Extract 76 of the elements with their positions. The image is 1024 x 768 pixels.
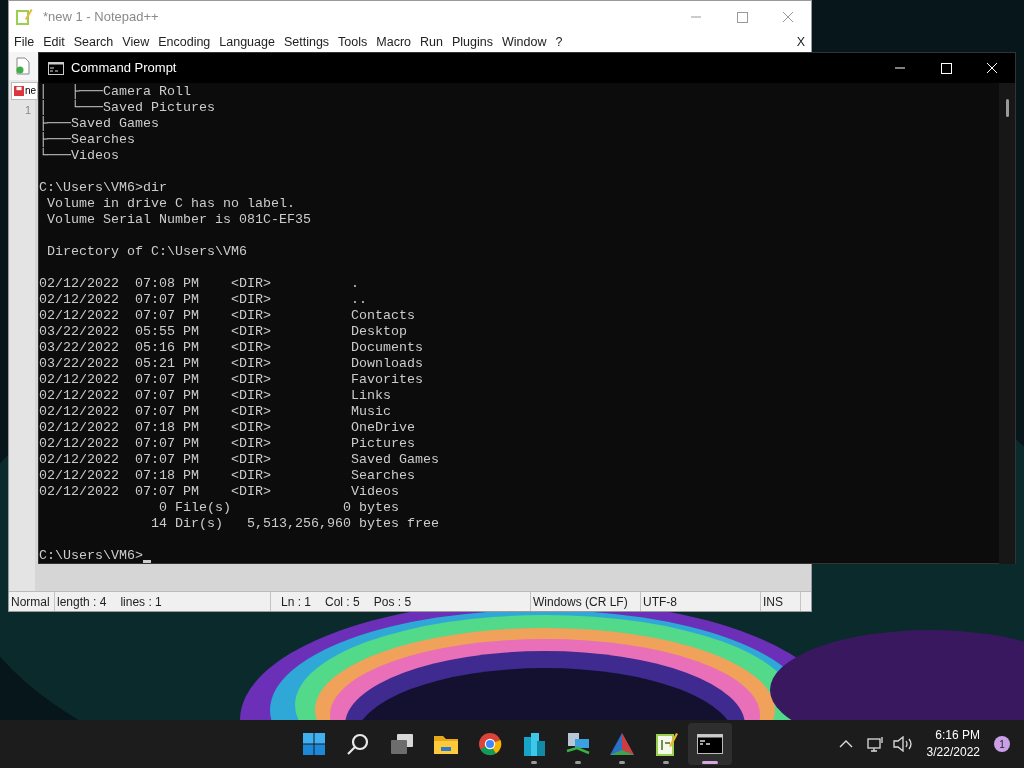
triangle-icon (609, 732, 635, 756)
console-line: └───Videos (39, 148, 119, 164)
console-line: 14 Dir(s) 5,513,256,960 bytes free (149, 516, 439, 532)
window-title: Command Prompt (71, 59, 177, 78)
menu-item[interactable]: Language (215, 32, 279, 52)
terminal-icon (697, 734, 723, 754)
console-line: 02/12/2022 07:18 PM <DIR> Searches (39, 468, 415, 484)
console-line: 02/12/2022 07:07 PM <DIR> Links (39, 388, 391, 404)
start-icon (302, 732, 326, 756)
console-line: 02/12/2022 07:07 PM <DIR> Favorites (39, 372, 423, 388)
menu-item[interactable]: View (118, 32, 154, 52)
new-file-icon[interactable] (15, 57, 31, 75)
speaker-icon[interactable] (892, 736, 913, 752)
console-line: C:\Users\VM6> (39, 548, 143, 564)
terminal-icon (48, 61, 64, 75)
status-text: Pos : 5 (373, 593, 412, 611)
taskbar-button[interactable] (688, 723, 732, 765)
console-line: 02/12/2022 07:18 PM <DIR> OneDrive (39, 420, 415, 436)
console-line: 03/22/2022 05:21 PM <DIR> Downloads (39, 356, 423, 372)
menu-item[interactable]: File (10, 32, 39, 52)
console-line: 0 File(s) 0 bytes (157, 500, 399, 516)
window-title: *new 1 - Notepad++ (43, 7, 159, 26)
console-line: 02/12/2022 07:07 PM <DIR> Videos (39, 484, 399, 500)
status-text: Ln : 1 (281, 593, 312, 611)
network-computer-icon (565, 731, 591, 757)
chevron-up-icon[interactable] (838, 739, 853, 749)
close-document-button[interactable]: X (796, 32, 805, 52)
clock[interactable]: 6:16 PM 3/22/2022 (926, 727, 980, 761)
notepad-icon (654, 731, 678, 757)
folder-icon (433, 733, 459, 755)
console-line: 03/22/2022 05:16 PM <DIR> Documents (39, 340, 423, 356)
scrollbar[interactable] (999, 83, 1015, 564)
console-line: 03/22/2022 05:55 PM <DIR> Desktop (39, 324, 407, 340)
console-line: 02/12/2022 07:07 PM <DIR> Contacts (39, 308, 415, 324)
menu-item[interactable]: Search (69, 32, 118, 52)
console-line: 02/12/2022 07:07 PM <DIR> Pictures (39, 436, 415, 452)
menu-item[interactable]: Tools (334, 32, 372, 52)
status-text: Col : 5 (325, 593, 360, 611)
console-line: 02/12/2022 07:08 PM <DIR> . (39, 276, 359, 292)
task-view-icon (390, 733, 414, 755)
search-icon (346, 732, 370, 756)
network-icon[interactable] (866, 736, 885, 752)
menu-item[interactable]: Run (416, 32, 447, 52)
menu-item[interactable]: Edit (39, 32, 69, 52)
menu-item[interactable]: Encoding (154, 32, 215, 52)
clock-time: 6:16 PM (935, 727, 980, 744)
menu-item[interactable]: Settings (279, 32, 334, 52)
line-number: 1 (24, 103, 31, 116)
console-line: │ ├───Camera Roll (39, 84, 191, 100)
status-text: length : 4 (57, 593, 107, 611)
status-text: lines : 1 (120, 593, 162, 611)
console-line: Directory of C:\Users\VM6 (46, 244, 247, 260)
menu-item[interactable]: Window (497, 32, 551, 52)
console-line: Volume in drive C has no label. (46, 196, 295, 212)
clock-date: 3/22/2022 (926, 744, 980, 761)
console-line: 02/12/2022 07:07 PM <DIR> .. (39, 292, 367, 308)
notepad-icon (15, 7, 33, 26)
console-line: ├───Searches (39, 132, 135, 148)
save-icon (14, 86, 24, 96)
status-text: Windows (CR LF) (533, 593, 628, 611)
document-tab[interactable]: ne (11, 82, 38, 100)
notification-count[interactable]: 1 (994, 736, 1010, 752)
console-line: ├───Saved Games (39, 116, 159, 132)
console-line: │ └───Saved Pictures (39, 100, 215, 116)
status-text: Normal (11, 593, 50, 611)
console-line: 02/12/2022 07:07 PM <DIR> Music (39, 404, 391, 420)
console-line: Volume Serial Number is 081C-EF35 (46, 212, 311, 228)
browser-icon (478, 732, 502, 756)
menu-item[interactable]: Macro (372, 32, 416, 52)
console-line: C:\Users\VM6>dir (39, 180, 167, 196)
status-text: INS (763, 593, 783, 611)
status-text: UTF-8 (643, 593, 677, 611)
menu-item[interactable]: Plugins (447, 32, 497, 52)
menu-item[interactable]: ? (551, 32, 567, 52)
console-line: 02/12/2022 07:07 PM <DIR> Saved Games (39, 452, 439, 468)
buildings-icon (522, 731, 546, 757)
